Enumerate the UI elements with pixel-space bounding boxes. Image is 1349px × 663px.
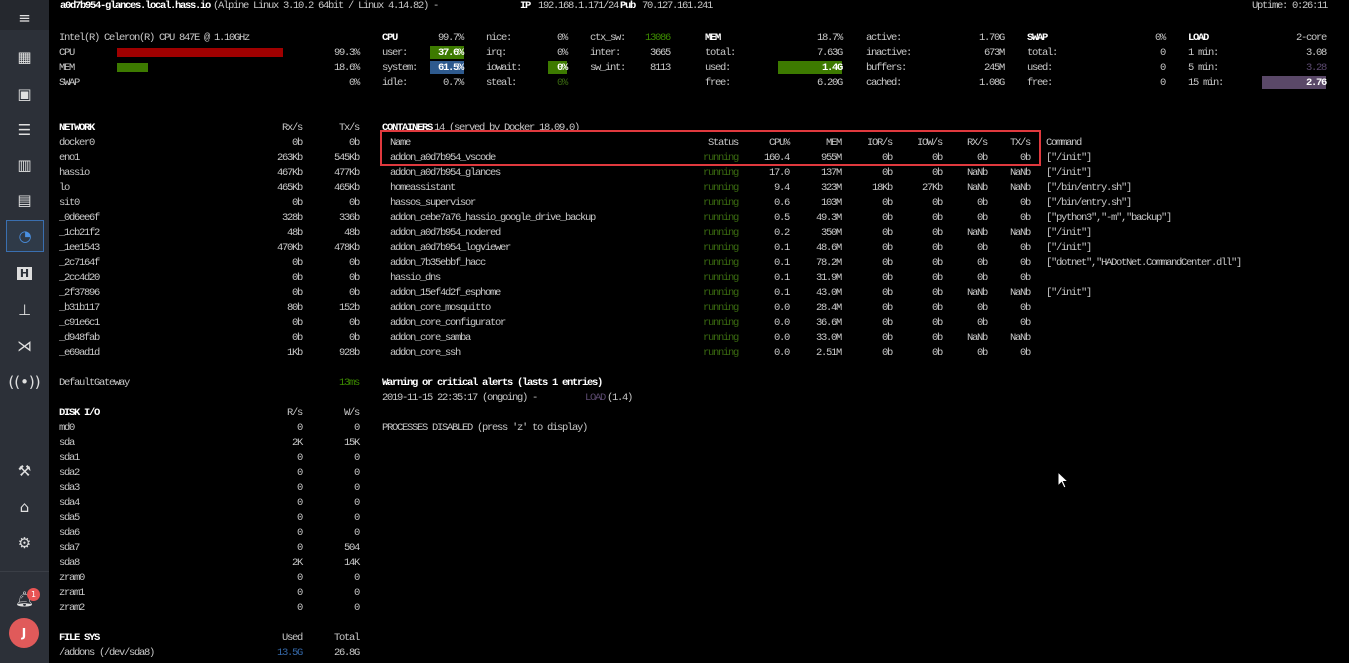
container-command: ["/bin/entry.sh"] (1046, 197, 1132, 209)
alerts-title: Warning or critical alerts (lasts 1 entr… (382, 377, 603, 389)
load-cores: 2-core (1295, 32, 1327, 44)
network-tx: 48b (343, 227, 360, 239)
network-tx: 0b (348, 257, 360, 269)
container-command: ["dotnet","HADotNet.CommandCenter.dll"] (1046, 257, 1242, 269)
container-command: ["/init"] (1046, 167, 1092, 179)
disk-write: 0 (353, 452, 360, 464)
hostname: a0d7b954-glances.local.hass.io (60, 0, 211, 12)
public-ip: 70.127.161.241 (642, 0, 713, 12)
network-tx: 0b (348, 317, 360, 329)
disk-write: 0 (353, 467, 360, 479)
container-tx: NaNb (1009, 287, 1031, 299)
load-stat-value: 2.76 (1305, 77, 1327, 89)
network-tx: 0b (348, 272, 360, 284)
network-tx: 545Kb (333, 152, 360, 164)
container-tx: 0b (1019, 197, 1031, 209)
container-tx: 0b (1019, 212, 1031, 224)
network-tx: 0b (348, 287, 360, 299)
disk-write: 0 (353, 512, 360, 524)
disk-write-header: W/s (343, 407, 360, 419)
container-command: ["/init"] (1046, 287, 1092, 299)
network-tx: 477Kb (333, 167, 360, 179)
disk-write: 0 (353, 482, 360, 494)
container-command: ["python3","-m","backup"] (1046, 212, 1172, 224)
container-command: ["/bin/entry.sh"] (1046, 182, 1132, 194)
container-header-command: Command (1046, 137, 1082, 149)
container-command: ["/init"] (1046, 242, 1092, 254)
container-tx: 0b (1019, 272, 1031, 284)
network-tx: 0b (348, 332, 360, 344)
container-tx: 0b (1019, 257, 1031, 269)
container-tx: NaNb (1009, 332, 1031, 344)
disk-write: 504 (343, 542, 360, 554)
network-tx: 928b (338, 347, 360, 359)
uptime: Uptime: 0:26:11 (1251, 0, 1328, 12)
filesys-total-header: Total (333, 632, 360, 644)
container-command: ["/init"] (1046, 227, 1092, 239)
alert-time: 2019-11-15 22:35:17 (ongoing) - (382, 392, 538, 404)
disk-write: 0 (353, 572, 360, 584)
network-tx: 0b (348, 197, 360, 209)
container-command: ["/init"] (1046, 152, 1092, 164)
load-stat-value: 3.08 (1305, 47, 1327, 59)
disk-write: 0 (353, 602, 360, 614)
load-stat-value: 3.28 (1305, 62, 1327, 74)
alert-type: LOAD (585, 392, 606, 404)
os-info: (Alpine Linux 3.10.2 64bit / Linux 4.14.… (213, 0, 439, 12)
mouse-cursor-icon (1057, 471, 1069, 489)
menu-icon[interactable]: ≡ (0, 3, 49, 33)
disk-write: 15K (343, 437, 360, 449)
disk-write: 0 (353, 587, 360, 599)
highlight-box (380, 130, 1041, 166)
container-tx: NaNb (1009, 227, 1031, 239)
network-tx: 336b (338, 212, 360, 224)
network-tx: 478Kb (333, 242, 360, 254)
network-tx-header: Tx/s (338, 122, 360, 134)
network-tx: 465Kb (333, 182, 360, 194)
ip-address: 192.168.1.171/24 (538, 0, 619, 12)
disk-write: 14K (343, 557, 360, 569)
ip-label: IP (520, 0, 531, 12)
container-tx: 0b (1019, 347, 1031, 359)
pub-label: Pub (620, 0, 636, 12)
disk-write: 0 (353, 527, 360, 539)
container-tx: 0b (1019, 302, 1031, 314)
container-tx: 0b (1019, 242, 1031, 254)
container-tx: NaNb (1009, 167, 1031, 179)
disk-write: 0 (353, 422, 360, 434)
container-tx: 0b (1019, 317, 1031, 329)
alert-value: (1.4) (607, 392, 633, 404)
processes-disabled-message: PROCESSES DISABLED (press 'z' to display… (382, 422, 588, 434)
disk-write: 0 (353, 497, 360, 509)
filesys-total: 26.8G (333, 647, 360, 659)
container-tx: NaNb (1009, 182, 1031, 194)
network-tx: 152b (338, 302, 360, 314)
network-tx: 0b (348, 137, 360, 149)
gateway-latency: 13ms (338, 377, 360, 389)
